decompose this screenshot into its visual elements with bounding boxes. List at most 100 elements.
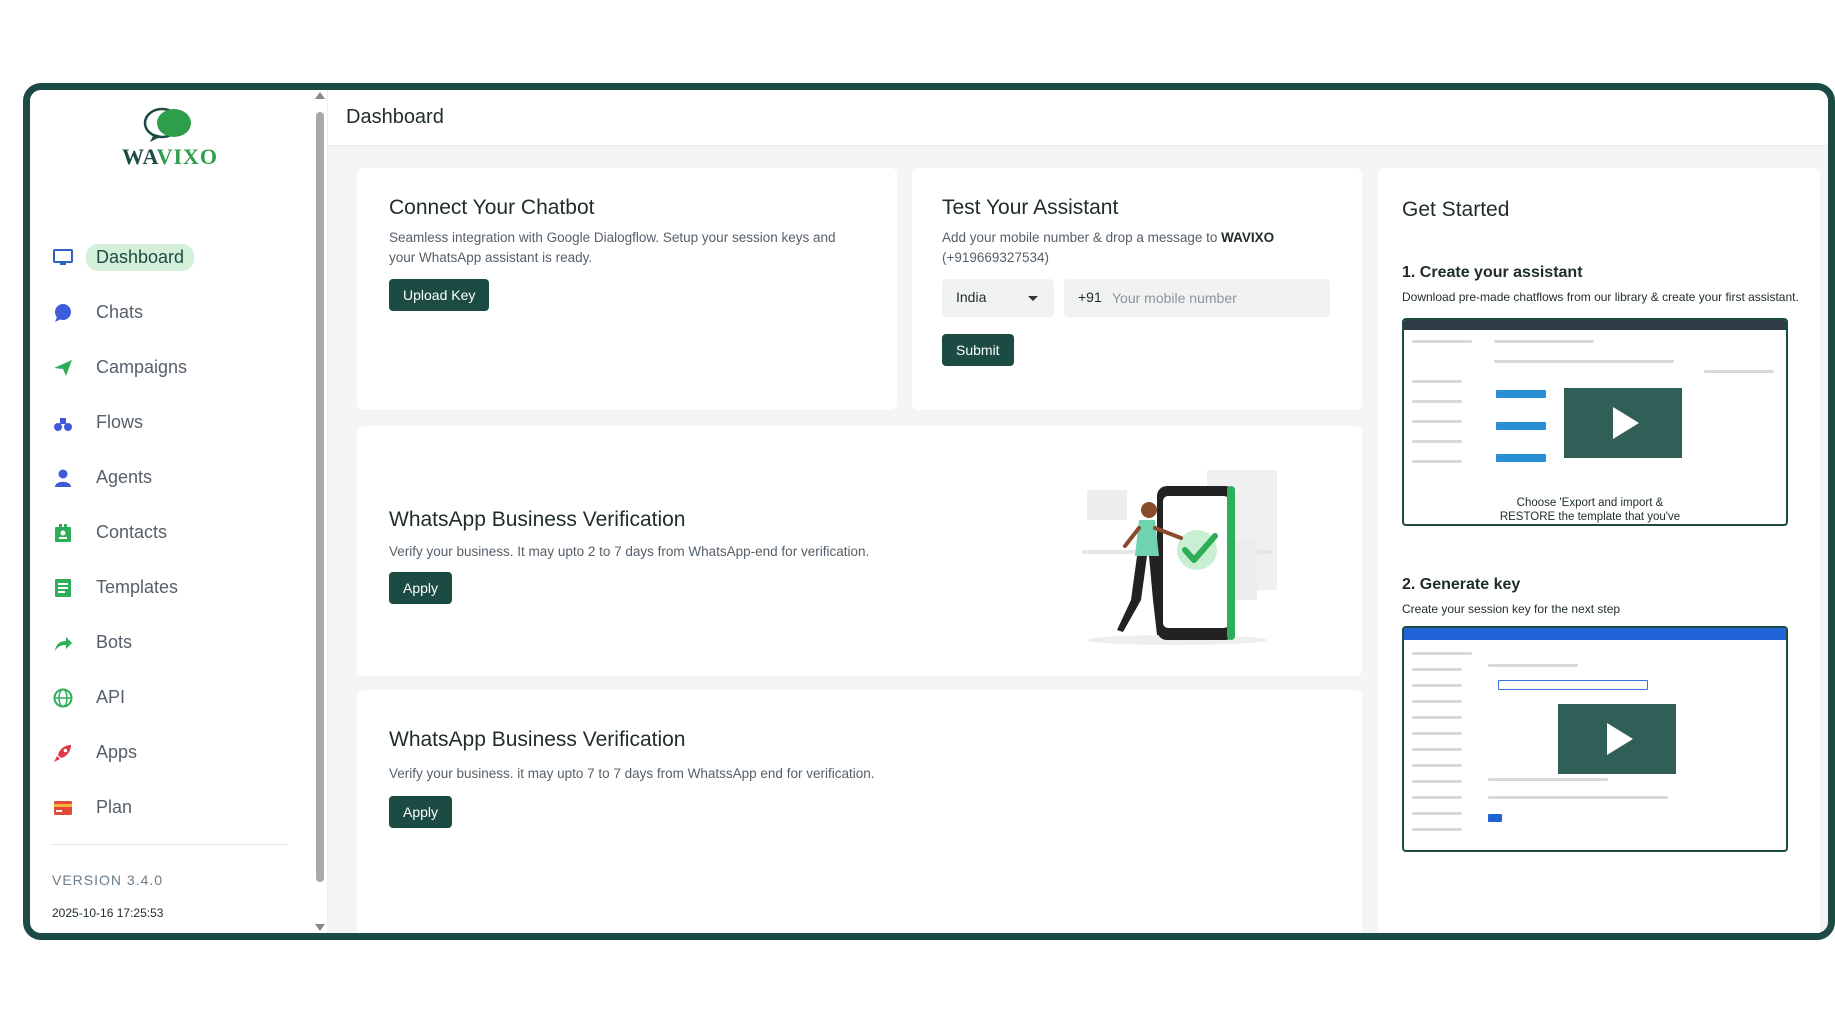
paper-plane-icon [52, 357, 74, 379]
brand-name: WAVIXO [1221, 230, 1275, 245]
card-title: WhatsApp Business Verification [389, 508, 686, 531]
mock-button [1488, 814, 1502, 822]
sidebar-item-bots[interactable]: Bots [30, 615, 312, 670]
mobile-number-input[interactable] [1112, 285, 1322, 311]
mock-line [1412, 748, 1462, 751]
sidebar: WAVIXO Dashboard Chats Campaigns Flows A… [30, 90, 312, 933]
apply-button[interactable]: Apply [389, 572, 453, 604]
get-started-panel: Get Started 1. Create your assistant Dow… [1378, 168, 1820, 933]
verification-illustration [1082, 470, 1277, 645]
assistant-number: (+919669327534) [942, 250, 1049, 265]
sidebar-item-flows[interactable]: Flows [30, 395, 312, 450]
connect-chatbot-card: Connect Your Chatbot Seamless integratio… [357, 168, 897, 410]
mock-highlight [1496, 454, 1546, 462]
mock-line [1488, 664, 1578, 667]
page-title: Dashboard [346, 106, 444, 128]
card-title: Test Your Assistant [942, 196, 1119, 219]
card-description: Add your mobile number & drop a message … [942, 228, 1332, 268]
chat-bubble-icon [52, 302, 74, 324]
mock-highlight [1496, 422, 1546, 430]
credit-card-icon [52, 797, 74, 819]
step-2-title: 2. Generate key [1402, 576, 1521, 593]
mock-line [1412, 732, 1462, 735]
mock-line [1412, 440, 1462, 443]
sidebar-item-label: API [96, 687, 126, 707]
mock-line [1412, 340, 1472, 343]
logo-wordmark: WAVIXO [121, 144, 219, 169]
play-icon[interactable] [1558, 704, 1676, 774]
sidebar-item-label: Flows [96, 412, 144, 432]
sidebar-item-label: Contacts [96, 522, 168, 542]
step-2-description: Create your session key for the next ste… [1402, 602, 1621, 616]
mock-line [1412, 780, 1462, 783]
sidebar-item-dashboard[interactable]: Dashboard [30, 230, 312, 285]
topbar: Dashboard [328, 90, 1828, 146]
card-description: Seamless integration with Google Dialogf… [389, 230, 836, 265]
mock-highlight [1496, 390, 1546, 398]
mock-line [1704, 370, 1774, 373]
card-description: Verify your business. it may upto 7 to 7… [389, 766, 875, 781]
mock-line [1412, 420, 1462, 423]
sidebar-item-plan[interactable]: Plan [30, 780, 312, 835]
mock-line [1488, 796, 1668, 799]
video-browser-bar [1404, 320, 1786, 330]
mock-line [1412, 716, 1462, 719]
country-select[interactable]: India [942, 279, 1054, 317]
chat-bubbles-logo-icon [143, 107, 191, 142]
create-assistant-video[interactable]: Choose 'Export and import & RESTORE the … [1402, 318, 1788, 526]
mock-line [1412, 400, 1462, 403]
mock-line [1412, 668, 1462, 671]
build-timestamp: 2025-10-16 17:25:53 [52, 906, 164, 920]
document-icon [52, 577, 74, 599]
sidebar-item-agents[interactable]: Agents [30, 450, 312, 505]
mock-line [1412, 652, 1472, 655]
mock-line [1412, 796, 1462, 799]
sidebar-item-label: Bots [96, 632, 133, 652]
mock-line [1494, 360, 1674, 363]
sidebar-item-label: Templates [96, 577, 179, 597]
step-1-title: 1. Create your assistant [1402, 264, 1583, 281]
scroll-thumb[interactable] [316, 112, 324, 882]
version-label: VERSION 3.4.0 [52, 872, 164, 888]
sidebar-item-label: Chats [96, 302, 144, 322]
sidebar-item-apps[interactable]: Apps [30, 725, 312, 780]
wavixo-logo[interactable]: WAVIXO [120, 106, 220, 172]
share-arrow-icon [52, 632, 74, 654]
business-verification-card: WhatsApp Business Verification Verify yo… [357, 426, 1362, 676]
sidebar-item-templates[interactable]: Templates [30, 560, 312, 615]
sidebar-item-api[interactable]: API [30, 670, 312, 725]
generate-key-video[interactable] [1402, 626, 1788, 852]
sidebar-item-campaigns[interactable]: Campaigns [30, 340, 312, 395]
country-value: India [956, 289, 987, 305]
flow-icon [52, 412, 74, 434]
sidebar-item-label: Dashboard [86, 244, 195, 271]
video-caption: Choose 'Export and import & RESTORE the … [1499, 497, 1681, 523]
globe-icon [52, 687, 74, 709]
mock-line [1412, 684, 1462, 687]
mock-line [1494, 340, 1594, 343]
sidebar-item-contacts[interactable]: Contacts [30, 505, 312, 560]
scroll-up-arrow-icon[interactable] [315, 92, 325, 99]
mock-line [1412, 812, 1462, 815]
submit-button[interactable]: Submit [942, 334, 1014, 366]
sidebar-scrollbar[interactable] [312, 90, 328, 933]
country-code: +91 [1078, 289, 1102, 305]
scroll-down-arrow-icon[interactable] [315, 924, 325, 931]
contacts-icon [52, 522, 74, 544]
mock-line [1412, 700, 1462, 703]
monitor-icon [52, 247, 74, 269]
sidebar-item-label: Campaigns [96, 357, 188, 377]
card-description: Verify your business. It may upto 2 to 7… [389, 544, 870, 559]
description-text: Add your mobile number & drop a message … [942, 230, 1222, 245]
get-started-title: Get Started [1402, 198, 1510, 221]
play-icon[interactable] [1564, 388, 1682, 458]
apply-button[interactable]: Apply [389, 796, 453, 828]
card-title: WhatsApp Business Verification [389, 728, 686, 751]
phone-field: +91 [1064, 279, 1330, 317]
card-title: Connect Your Chatbot [389, 196, 595, 219]
sidebar-nav: Dashboard Chats Campaigns Flows Agents C… [30, 230, 312, 835]
sidebar-divider [50, 844, 288, 845]
app-window: WAVIXO Dashboard Chats Campaigns Flows A… [23, 83, 1835, 940]
sidebar-item-chats[interactable]: Chats [30, 285, 312, 340]
upload-key-button[interactable]: Upload Key [389, 279, 490, 311]
